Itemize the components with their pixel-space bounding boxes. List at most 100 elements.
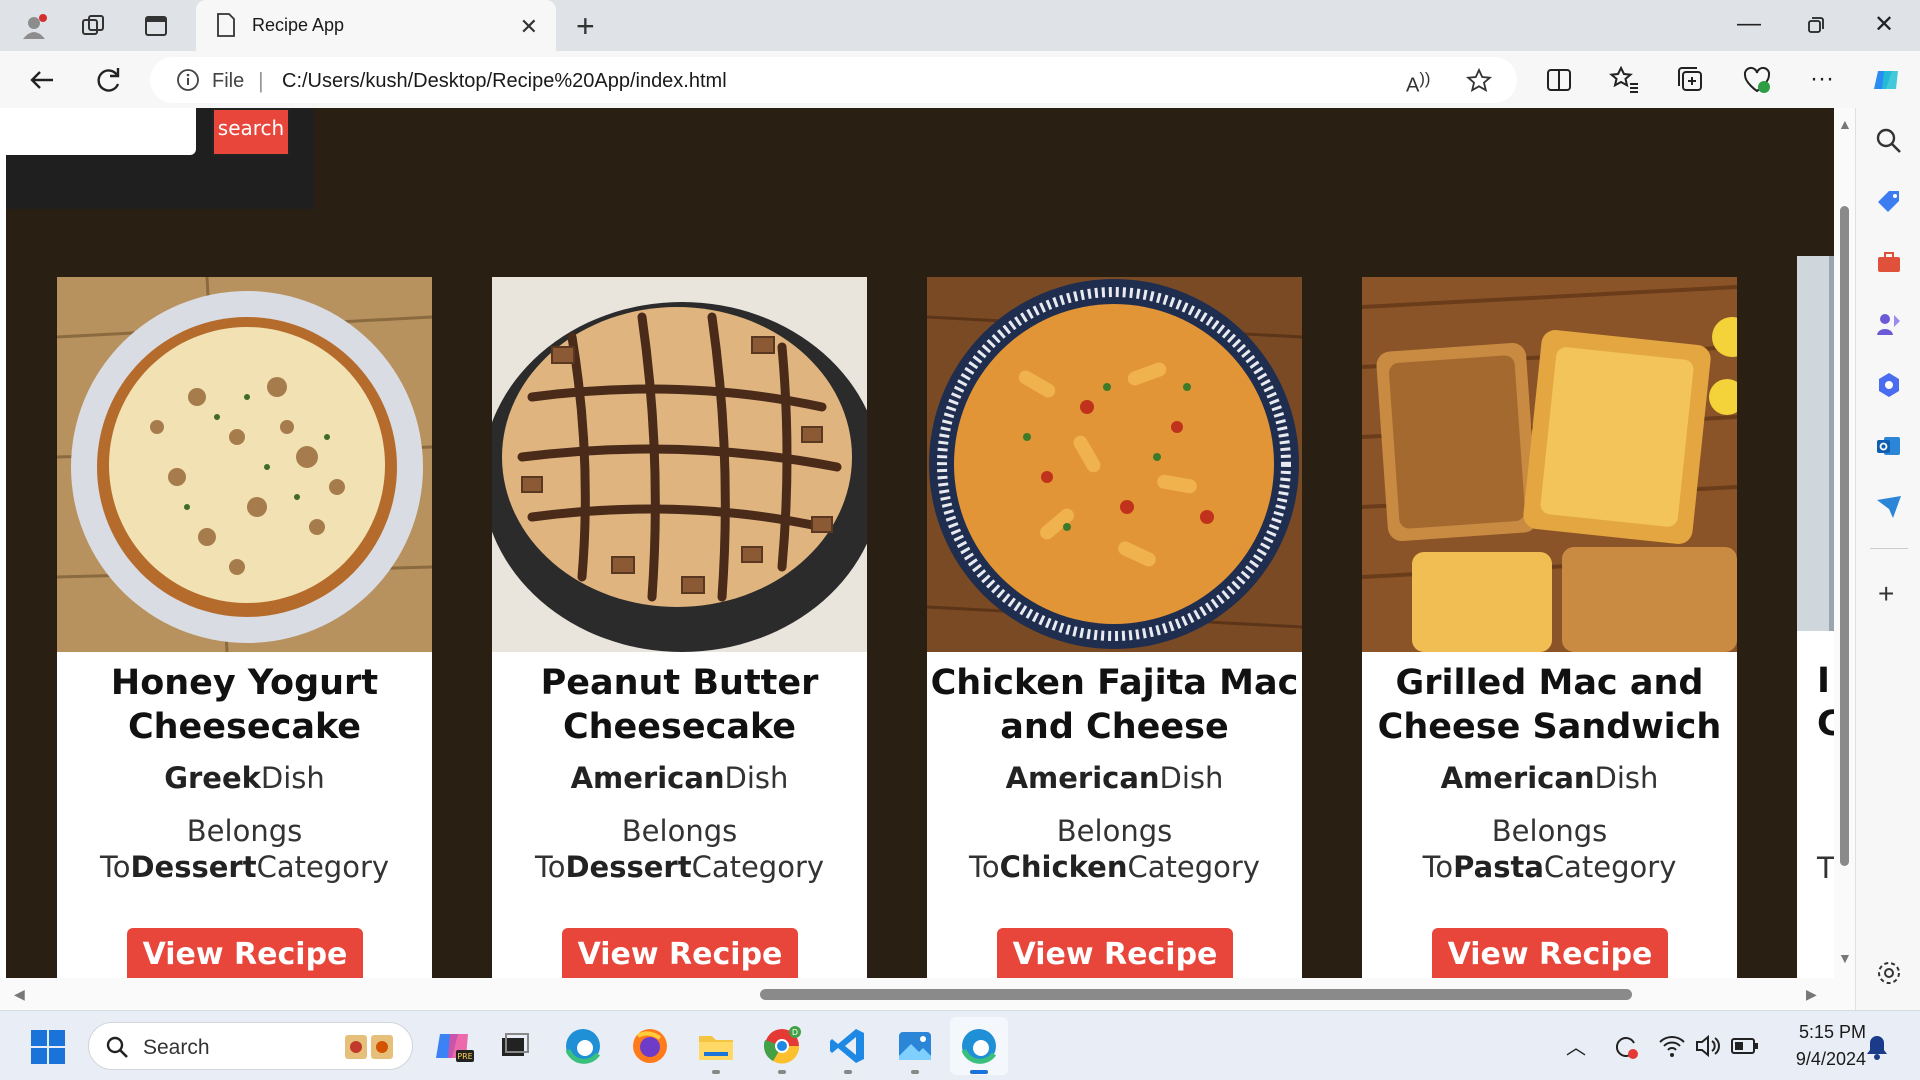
recipe-area: AmericanDish — [927, 761, 1302, 795]
category-name: Dessert — [565, 850, 692, 884]
scroll-up-icon[interactable]: ▲ — [1838, 116, 1852, 132]
back-arrow-icon[interactable] — [25, 63, 59, 97]
close-window-icon[interactable]: ✕ — [1874, 10, 1894, 39]
tab-recipe-app[interactable]: Recipe App ✕ — [196, 0, 556, 51]
volume-icon[interactable] — [1694, 1033, 1722, 1059]
search-input[interactable] — [6, 108, 196, 155]
wifi-icon[interactable] — [1658, 1033, 1686, 1059]
new-tab-icon[interactable]: + — [576, 8, 595, 45]
url-scheme-label: File — [212, 70, 245, 92]
file-explorer-icon[interactable] — [696, 1026, 736, 1066]
browser-address-bar: File | C:/Users/kush/Desktop/Recipe%20Ap… — [0, 51, 1920, 108]
recipe-image-chicken-fajita-mac-and-cheese — [927, 277, 1302, 652]
add-sidebar-app-icon[interactable]: + — [1878, 578, 1894, 610]
area-name: American — [570, 761, 725, 795]
area-suffix: Dish — [1594, 761, 1659, 795]
edge-active-app-icon[interactable] — [959, 1026, 999, 1066]
recipe-card-partial: I C T — [1797, 256, 1834, 978]
info-icon[interactable] — [176, 68, 200, 92]
favorite-star-icon[interactable] — [1466, 68, 1492, 94]
recipe-card: Grilled Mac and Cheese Sandwich American… — [1362, 277, 1737, 978]
outlook-icon[interactable] — [1874, 431, 1904, 461]
url-text[interactable]: C:/Users/kush/Desktop/Recipe%20App/index… — [282, 70, 727, 93]
recipe-title: Peanut Butter Cheesecake — [540, 663, 819, 747]
recipe-category: Belongs ToPastaCategory — [1362, 813, 1737, 885]
browser-tab-bar: Recipe App ✕ + — ✕ — [0, 0, 1920, 51]
close-tab-icon[interactable]: ✕ — [520, 14, 538, 40]
tab-actions-icon[interactable] — [142, 12, 170, 40]
vertical-scroll-thumb[interactable] — [1840, 206, 1849, 866]
recipe-image-peanut-butter-cheesecake — [492, 277, 867, 652]
scroll-left-icon[interactable]: ◀ — [14, 986, 25, 1003]
photos-app-icon[interactable] — [895, 1026, 935, 1066]
games-icon[interactable] — [1874, 309, 1904, 339]
taskbar-search-label: Search — [143, 1036, 210, 1059]
view-recipe-button[interactable]: View Recipe — [997, 928, 1233, 978]
shopping-tag-icon[interactable] — [1874, 187, 1904, 217]
copilot-icon[interactable] — [1870, 63, 1904, 97]
scroll-down-icon[interactable]: ▼ — [1838, 950, 1852, 966]
recipe-title: Chicken Fajita Mac and Cheese — [930, 663, 1299, 747]
copilot-app-icon[interactable]: PRE — [434, 1026, 474, 1066]
partial-title-line1: I — [1817, 661, 1831, 701]
taskbar-search[interactable]: Search — [88, 1022, 413, 1070]
view-recipe-button[interactable]: View Recipe — [1432, 928, 1668, 978]
search-icon[interactable] — [1874, 126, 1904, 156]
browser-essentials-icon[interactable] — [1740, 63, 1774, 97]
view-recipe-button[interactable]: View Recipe — [127, 928, 363, 978]
settings-gear-icon[interactable] — [1874, 958, 1904, 988]
windows-start-icon[interactable] — [30, 1029, 66, 1065]
battery-icon[interactable] — [1730, 1035, 1760, 1057]
recipe-area: AmericanDish — [1362, 761, 1737, 795]
split-screen-icon[interactable] — [1542, 63, 1576, 97]
read-aloud-icon[interactable]: A)) — [1406, 69, 1430, 98]
vertical-scrollbar[interactable]: ▲ ▼ — [1834, 108, 1855, 978]
area-name: American — [1440, 761, 1595, 795]
windows-taskbar: Search PRE D ︿ 5:15 PM 9/4/2024 — [0, 1010, 1920, 1080]
chrome-app-icon[interactable]: D — [762, 1026, 802, 1066]
sidebar-divider — [1870, 548, 1908, 549]
vscode-app-icon[interactable] — [828, 1026, 868, 1066]
search-icon — [106, 1036, 128, 1058]
horizontal-scroll-thumb[interactable] — [760, 989, 1632, 1000]
restore-icon[interactable] — [1807, 16, 1825, 34]
tab-title: Recipe App — [252, 15, 345, 35]
scroll-right-icon[interactable]: ▶ — [1806, 986, 1817, 1003]
minimize-icon[interactable]: — — [1737, 10, 1761, 38]
more-options-icon[interactable]: ··· — [1810, 65, 1834, 93]
notification-bell-icon[interactable] — [1864, 1033, 1890, 1061]
favorites-icon[interactable] — [1608, 63, 1642, 97]
area-suffix: Dish — [724, 761, 789, 795]
recipe-image-honey-yogurt-cheesecake — [57, 277, 432, 652]
sync-icon[interactable] — [1612, 1033, 1640, 1061]
collections-icon[interactable] — [1674, 63, 1708, 97]
svg-text:PRE: PRE — [457, 1052, 472, 1061]
profile-icon[interactable] — [20, 12, 48, 40]
task-view-icon[interactable] — [494, 1026, 534, 1066]
svg-text:D: D — [792, 1028, 798, 1037]
reload-icon[interactable] — [91, 63, 125, 97]
view-recipe-button[interactable]: View Recipe — [562, 928, 798, 978]
firefox-app-icon[interactable] — [630, 1026, 670, 1066]
search-button[interactable]: search — [212, 108, 290, 156]
category-name: Chicken — [999, 850, 1128, 884]
partial-title-line2: C — [1817, 704, 1834, 744]
running-indicator — [712, 1070, 720, 1074]
horizontal-scrollbar[interactable]: ◀ ▶ — [0, 978, 1855, 1010]
recipe-title: Honey Yogurt Cheesecake — [110, 663, 379, 747]
area-suffix: Dish — [260, 761, 325, 795]
category-name: Dessert — [130, 850, 257, 884]
workspaces-icon[interactable] — [79, 12, 107, 40]
address-field[interactable]: File | C:/Users/kush/Desktop/Recipe%20Ap… — [150, 57, 1517, 103]
clock-date[interactable]: 9/4/2024 — [1766, 1049, 1866, 1070]
clock-time[interactable]: 5:15 PM — [1776, 1022, 1866, 1043]
microsoft365-icon[interactable] — [1874, 370, 1904, 400]
show-hidden-icons-icon[interactable]: ︿ — [1566, 1031, 1586, 1060]
category-suffix: Category — [1543, 850, 1677, 884]
send-drop-icon[interactable] — [1874, 492, 1904, 522]
area-name: Greek — [164, 761, 261, 795]
tools-briefcase-icon[interactable] — [1874, 248, 1904, 278]
edge-app-icon[interactable] — [563, 1026, 603, 1066]
recipe-image-partial — [1797, 256, 1834, 631]
url-separator: | — [258, 68, 264, 93]
